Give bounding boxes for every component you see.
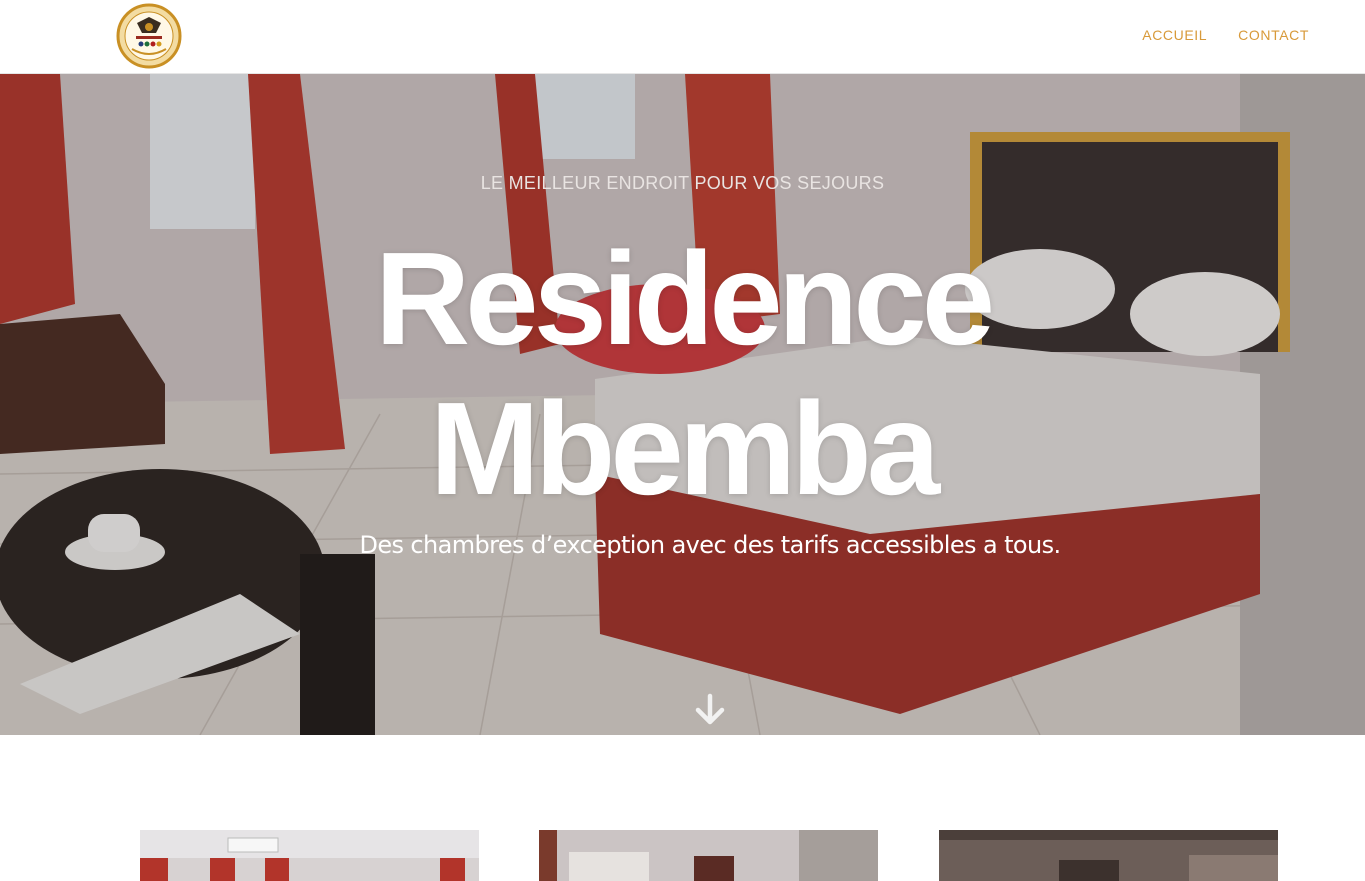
hero-title: Residence Mbemba [0, 224, 1365, 524]
nav-link-contact[interactable]: CONTACT [1238, 27, 1309, 43]
main-nav: ACCUEIL CONTACT [1142, 27, 1309, 43]
hero-title-line2: Mbemba [429, 375, 940, 522]
hero-title-line1: Residence [374, 225, 995, 372]
hero-kicker: LE MEILLEUR ENDROIT POUR VOS SEJOURS [480, 173, 885, 193]
hero-subtitle: Des chambres d’exception avec des tarifs… [359, 531, 1061, 559]
hotel-logo[interactable] [116, 3, 182, 69]
room-card-3[interactable] [939, 830, 1278, 881]
room-card-1[interactable] [140, 830, 479, 881]
nav-link-accueil[interactable]: ACCUEIL [1142, 27, 1207, 43]
room-gallery [0, 830, 1365, 881]
hero-banner: LE MEILLEUR ENDROIT POUR VOS SEJOURS Res… [0, 74, 1365, 735]
room-photo-2 [539, 830, 878, 881]
site-header: ACCUEIL CONTACT [0, 0, 1365, 74]
room-photo-3 [939, 830, 1278, 881]
room-photo-1 [140, 830, 479, 881]
room-card-2[interactable] [539, 830, 878, 881]
arrow-down-icon[interactable] [693, 693, 727, 727]
